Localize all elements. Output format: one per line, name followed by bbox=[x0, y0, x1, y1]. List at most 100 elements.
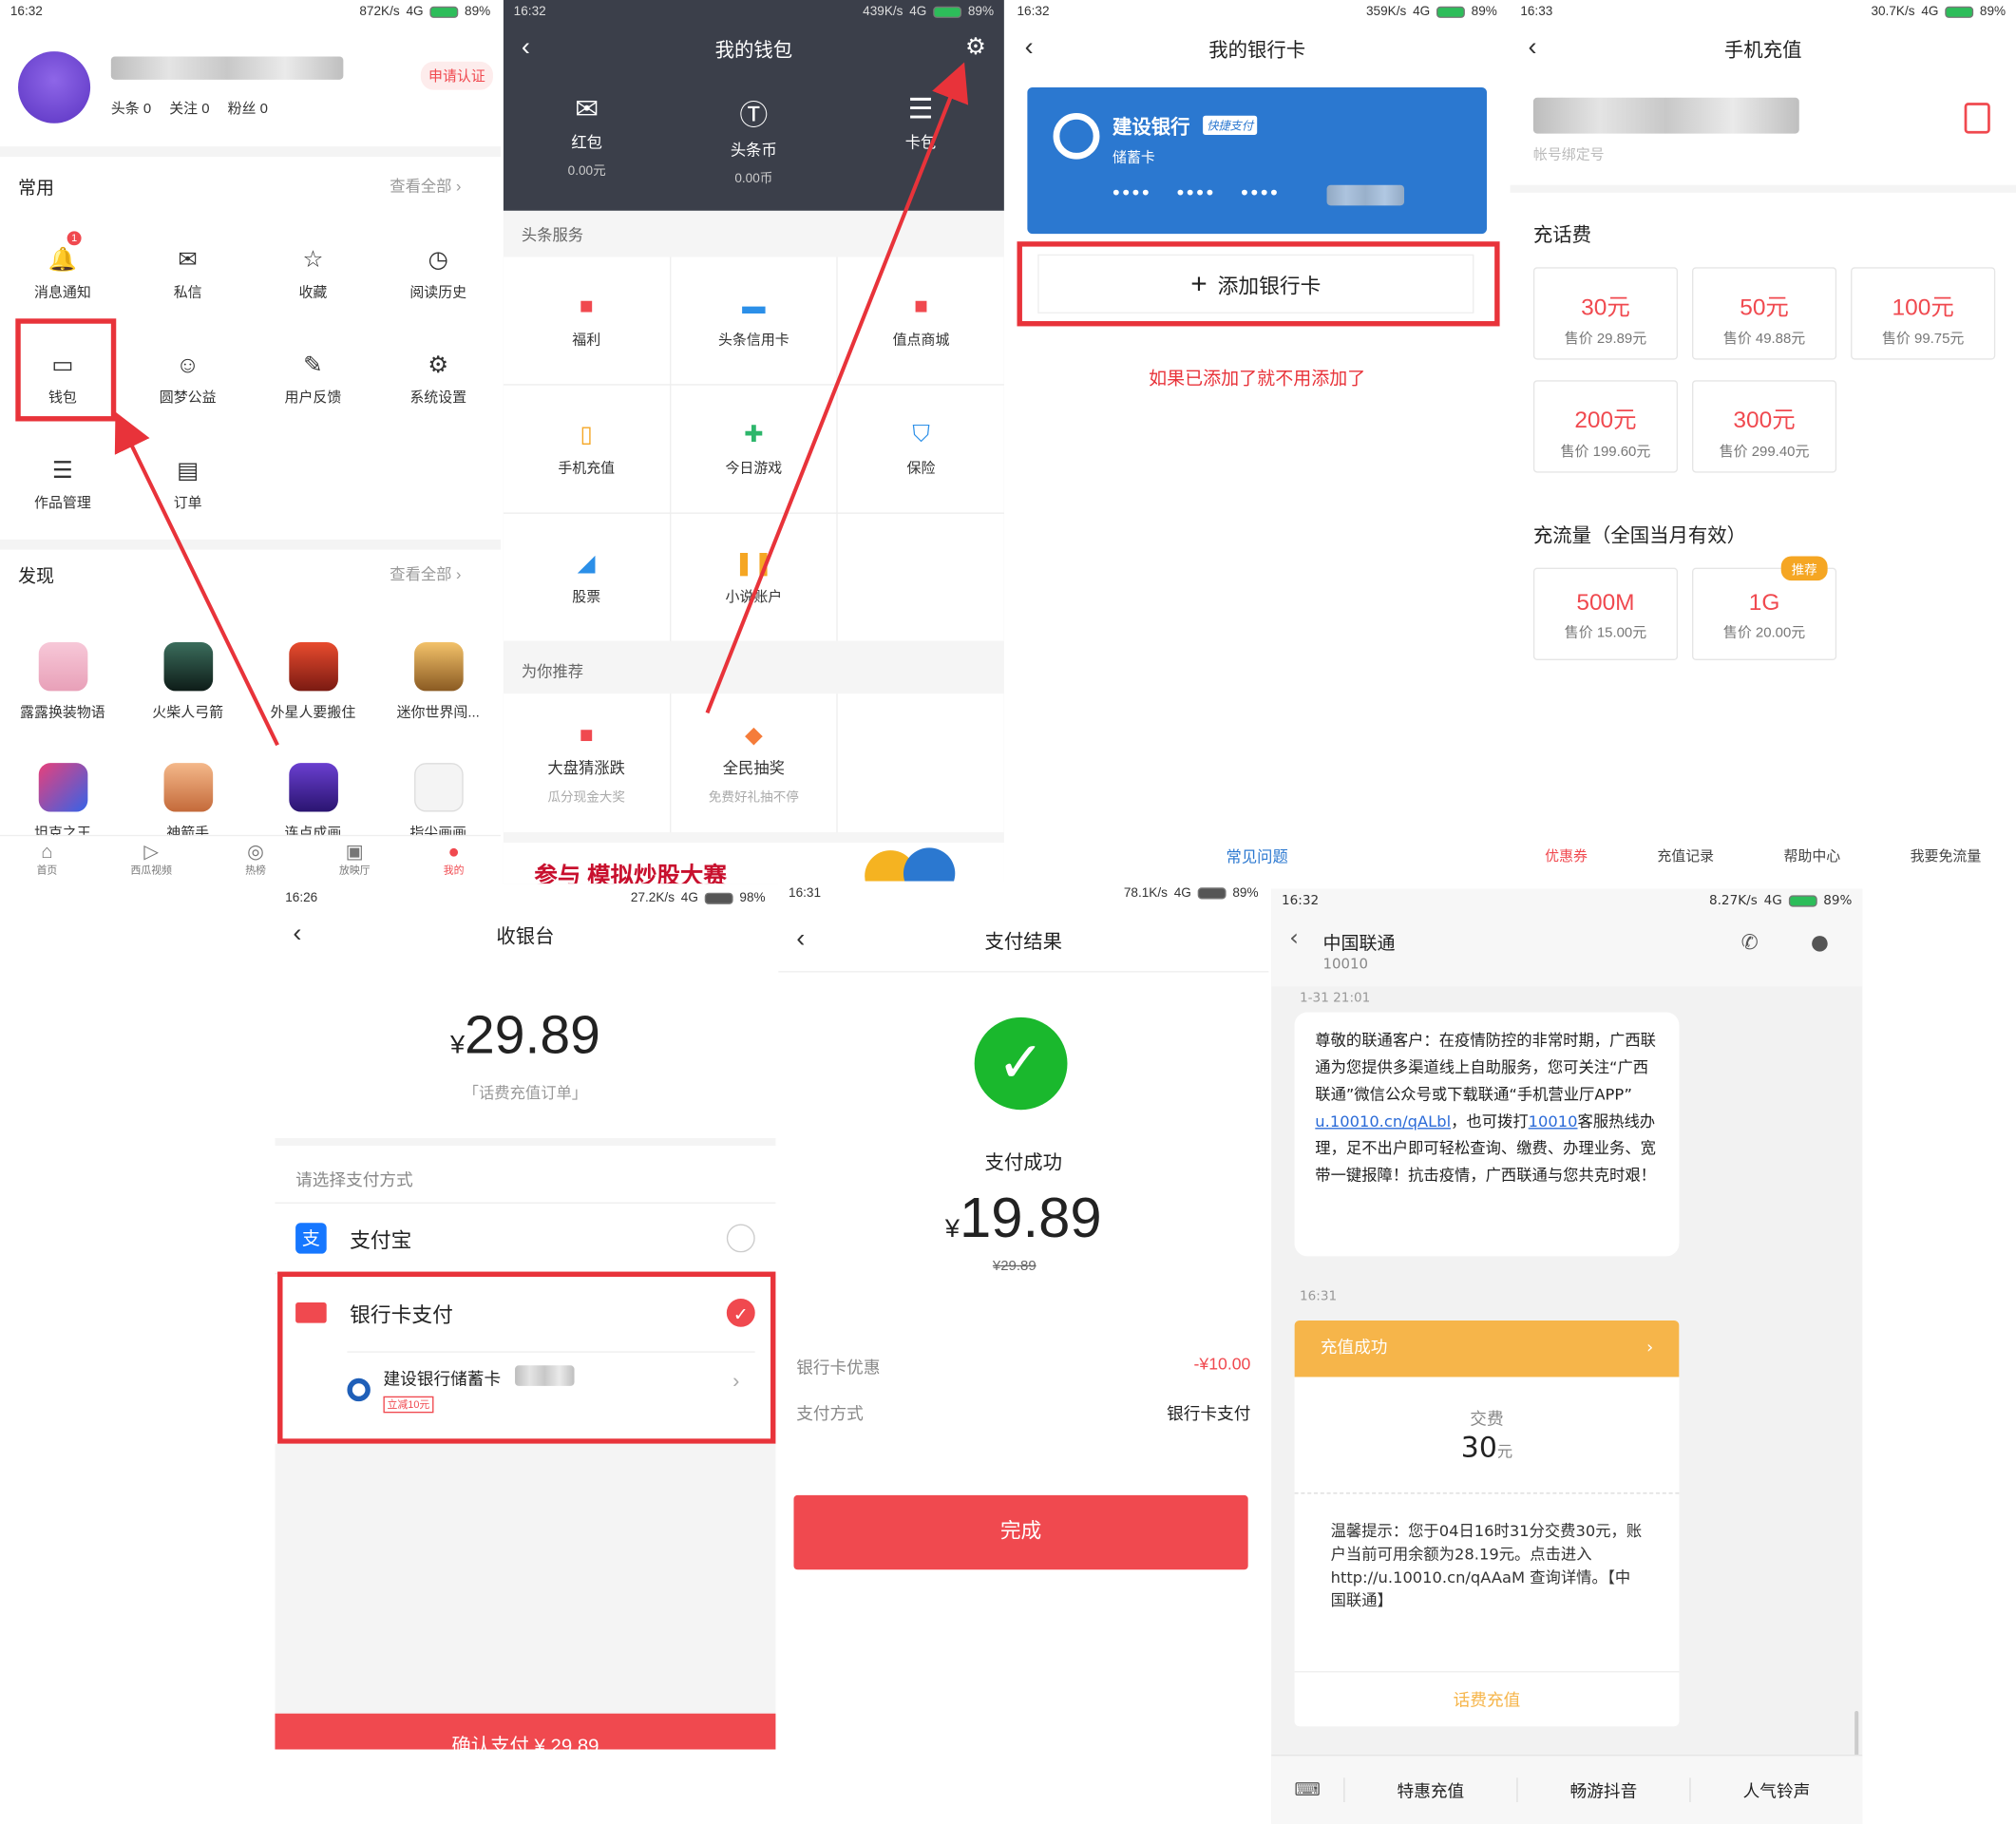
coupon-link[interactable]: 优惠券 bbox=[1545, 846, 1588, 866]
keyboard-icon[interactable]: ⌨ bbox=[1271, 1779, 1343, 1800]
game-label: 火柴人弓箭 bbox=[152, 705, 224, 721]
free-data-link[interactable]: 我要免流量 bbox=[1911, 846, 1982, 866]
tab-mine[interactable]: ● 我的 bbox=[444, 842, 465, 878]
promo-banner[interactable]: 参与 模拟炒股大赛 bbox=[503, 842, 1004, 884]
service-label: 保险 bbox=[906, 460, 936, 476]
menu-discount-recharge[interactable]: 特惠充值 bbox=[1343, 1777, 1516, 1802]
common-item-settings[interactable]: ⚙ 系统设置 bbox=[375, 326, 501, 431]
settings-gear-icon[interactable]: ⚙ bbox=[965, 33, 986, 60]
status-battery: 89% bbox=[967, 4, 995, 19]
common-item-notify[interactable]: 🔔 消息通知 1 bbox=[0, 221, 125, 327]
status-bar: 16:33 30.7K/s 4G 89% bbox=[1510, 0, 2016, 23]
service-credit-card[interactable]: ▬ 头条信用卡 bbox=[670, 256, 837, 385]
service-insurance[interactable]: ⛉ 保险 bbox=[838, 385, 1004, 513]
confirm-pay-button[interactable]: 确认支付 ¥ 29.89 bbox=[275, 1713, 776, 1750]
stat-fans[interactable]: 粉丝 0 bbox=[228, 98, 268, 119]
common-item-favorites[interactable]: ☆ 收藏 bbox=[251, 221, 376, 327]
back-icon[interactable]: ‹ bbox=[1025, 33, 1034, 63]
flow-option[interactable]: 1G 售价 20.00元 bbox=[1691, 567, 1837, 660]
card-number-mask: •••• •••• •••• bbox=[1113, 181, 1281, 204]
tab-cinema[interactable]: ▣ 放映厅 bbox=[339, 842, 371, 878]
verify-button[interactable]: 申请认证 bbox=[420, 61, 493, 90]
phone-number-blurred[interactable] bbox=[1532, 97, 1799, 134]
common-item-charity[interactable]: ☺ 圆梦公益 bbox=[125, 326, 251, 431]
divider bbox=[0, 539, 502, 550]
service-welfare[interactable]: ■ 福利 bbox=[503, 256, 670, 385]
service-games[interactable]: ✚ 今日游戏 bbox=[670, 385, 837, 513]
username-blurred bbox=[110, 56, 344, 80]
service-mall[interactable]: ■ 值点商城 bbox=[838, 256, 1004, 385]
help-center-link[interactable]: 帮助中心 bbox=[1783, 846, 1840, 866]
common-item-history[interactable]: ◷ 阅读历史 bbox=[375, 221, 501, 327]
common-see-all-link[interactable]: 查看全部 › bbox=[390, 175, 461, 197]
card-action-link[interactable]: 话费充值 bbox=[1294, 1671, 1680, 1726]
discover-see-all-link[interactable]: 查看全部 › bbox=[390, 562, 461, 584]
item-label: 作品管理 bbox=[34, 495, 91, 512]
flow-value: 1G bbox=[1748, 589, 1780, 616]
status-speed: 30.7K/s bbox=[1871, 4, 1915, 19]
battery-icon bbox=[1788, 894, 1817, 906]
game-item[interactable]: 外星人要搬住 bbox=[251, 621, 376, 742]
tab-video[interactable]: ▷ 西瓜视频 bbox=[130, 842, 171, 878]
pay-method-alipay[interactable]: 支 支付宝 bbox=[275, 1202, 776, 1275]
menu-douyin[interactable]: 畅游抖音 bbox=[1516, 1777, 1689, 1802]
back-icon[interactable]: ‹ bbox=[1528, 33, 1536, 63]
wallet-item-hongbao[interactable]: ✉ 红包 0.00元 bbox=[523, 92, 652, 186]
recharge-card[interactable]: 充值成功 › 交费 30元 温馨提示：您于04日16时31分交费30元，账户当前… bbox=[1294, 1320, 1680, 1727]
faq-link[interactable]: 常见问题 bbox=[1007, 846, 1508, 867]
add-bank-card-button[interactable]: + 添加银行卡 bbox=[1037, 254, 1474, 314]
game-item[interactable]: 露露换装物语 bbox=[0, 621, 125, 742]
service-phone-recharge[interactable]: ▯ 手机充值 bbox=[503, 385, 670, 513]
tab-home[interactable]: ⌂ 首页 bbox=[37, 842, 58, 878]
game-icon bbox=[162, 763, 213, 812]
back-icon[interactable]: ‹ bbox=[796, 925, 805, 955]
service-stock[interactable]: ◢ 股票 bbox=[503, 513, 670, 641]
item-label: 私信 bbox=[173, 285, 202, 301]
stat-headline[interactable]: 头条 0 bbox=[111, 98, 151, 119]
back-icon[interactable]: ‹ bbox=[522, 33, 530, 63]
game-item[interactable]: 迷你世界闯... bbox=[375, 621, 501, 742]
recharge-history-link[interactable]: 充值记录 bbox=[1657, 846, 1714, 866]
avatar[interactable] bbox=[18, 51, 91, 124]
item-label: 消息通知 bbox=[34, 285, 91, 301]
fee-title: 充话费 bbox=[1532, 224, 1592, 247]
recommend-lottery[interactable]: ◆ 全民抽奖 免费好礼抽不停 bbox=[670, 694, 837, 833]
card-header[interactable]: 充值成功 › bbox=[1294, 1320, 1680, 1378]
common-item-messages[interactable]: ✉ 私信 bbox=[125, 221, 251, 327]
fee-option[interactable]: 100元 售价 99.75元 bbox=[1851, 267, 1996, 360]
service-novel[interactable]: ❚❚ 小说账户 bbox=[670, 513, 837, 641]
common-item-works[interactable]: ☰ 作品管理 bbox=[0, 431, 125, 537]
common-item-feedback[interactable]: ✎ 用户反馈 bbox=[251, 326, 376, 431]
stat-following[interactable]: 关注 0 bbox=[169, 98, 209, 119]
back-icon[interactable]: ‹ bbox=[293, 920, 301, 949]
tab-hot[interactable]: ◎ 热榜 bbox=[245, 842, 266, 878]
card-head-label: 充值成功 bbox=[1320, 1338, 1388, 1358]
recommend-guess[interactable]: ■ 大盘猜涨跌 瓜分现金大奖 bbox=[503, 694, 670, 833]
scrollbar[interactable] bbox=[1854, 1710, 1859, 1758]
back-icon[interactable]: ‹ bbox=[1289, 925, 1299, 952]
fee-option[interactable]: 200元 售价 199.60元 bbox=[1532, 380, 1679, 473]
message-link[interactable]: u.10010.cn/qALbl bbox=[1315, 1112, 1451, 1130]
message-bubble[interactable]: 尊敬的联通客户：在疫情防控的非常时期，广西联通为您提供多渠道线上自助服务，您可关… bbox=[1294, 1012, 1680, 1257]
message-phone-link[interactable]: 10010 bbox=[1529, 1112, 1578, 1130]
bank-card[interactable]: 建设银行 快捷支付 储蓄卡 •••• •••• •••• bbox=[1027, 86, 1487, 235]
recommend-empty bbox=[838, 694, 1004, 833]
contacts-icon[interactable] bbox=[1964, 103, 1990, 134]
status-speed: 8.27K/s bbox=[1708, 893, 1758, 908]
fee-option[interactable]: 300元 售价 299.40元 bbox=[1691, 380, 1837, 473]
recharge-footer-links: 优惠券 充值记录 帮助中心 我要免流量 bbox=[1510, 846, 2016, 866]
wallet-item-coin[interactable]: Ⓣ 头条币 0.00币 bbox=[689, 92, 818, 186]
amount-value: 29.89 bbox=[465, 1004, 600, 1065]
wallet-item-cardbag[interactable]: ☰ 卡包 bbox=[856, 92, 985, 186]
game-item[interactable]: 火柴人弓箭 bbox=[125, 621, 251, 742]
fee-option[interactable]: 50元 售价 49.88元 bbox=[1691, 267, 1837, 360]
done-button[interactable]: 完成 bbox=[793, 1494, 1248, 1570]
status-network: 4G bbox=[1173, 885, 1191, 901]
alipay-radio[interactable] bbox=[726, 1224, 755, 1253]
phone-call-icon[interactable]: ✆ bbox=[1741, 930, 1759, 955]
common-item-orders[interactable]: ▤ 订单 bbox=[125, 431, 251, 537]
contact-person-icon[interactable]: ● bbox=[1811, 930, 1829, 955]
menu-ringtone[interactable]: 人气铃声 bbox=[1689, 1777, 1862, 1802]
fee-option[interactable]: 30元 售价 29.89元 bbox=[1532, 267, 1679, 360]
flow-option[interactable]: 500M 售价 15.00元 bbox=[1532, 567, 1679, 660]
